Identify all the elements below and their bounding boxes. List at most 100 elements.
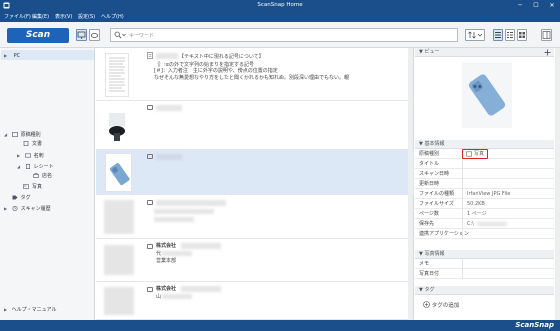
sort-button[interactable]: [465, 29, 485, 41]
scansnap-home-window: ScanSnap Home ─ ☐ ✕ ファイル(F) 編集(E) 表示(V) …: [0, 0, 560, 331]
minimize-button[interactable]: ─: [512, 0, 528, 11]
close-button[interactable]: ✕: [544, 0, 560, 11]
chevron-down-icon[interactable]: [122, 33, 126, 37]
list-item[interactable]: [96, 195, 414, 239]
menu-edit[interactable]: 編集(E): [32, 13, 49, 20]
window-title: ScanSnap Home: [257, 2, 303, 8]
cloud-view-icon[interactable]: [89, 29, 100, 41]
expand-arrow-icon[interactable]: ▶: [17, 151, 23, 160]
details-scrollbar[interactable]: [555, 48, 560, 320]
preview-header[interactable]: ▼ ビュー: [415, 48, 554, 57]
list-item[interactable]: 株式会社 代 営業本部: [96, 239, 414, 282]
tree-item-store[interactable]: 店名: [33, 172, 52, 181]
maximize-button[interactable]: ☐: [528, 0, 544, 11]
expand-arrow-icon[interactable]: ▶: [4, 204, 10, 213]
basic-info-header[interactable]: ▼ 基本情報: [415, 140, 554, 149]
prop-scan-date: スキャン日時: [415, 169, 554, 179]
card-line: 山: [156, 294, 162, 300]
expand-arrow-icon[interactable]: ▶: [4, 51, 10, 60]
collapse-arrow-icon: ▼: [419, 49, 423, 55]
prop-save-location[interactable]: 保存先 C:\: [415, 219, 554, 229]
search-icon: [114, 31, 122, 39]
menu-view[interactable]: 表示(V): [55, 13, 72, 20]
tree-item-tags[interactable]: タグ: [4, 194, 31, 203]
receipt-icon: [25, 164, 30, 169]
tag-icon: [12, 195, 18, 200]
prop-memo[interactable]: メモ: [415, 259, 554, 269]
panel-icon: [542, 31, 551, 39]
scansnap-logo: ScanSnap: [515, 321, 554, 329]
grid-view-button[interactable]: [517, 29, 527, 41]
prop-title[interactable]: タイトル: [415, 159, 554, 169]
prop-modified-date: 更新日時: [415, 179, 554, 189]
scan-button[interactable]: Scan: [7, 28, 69, 43]
card-line: 営業本部: [156, 258, 177, 264]
tree-item-documents[interactable]: 文書: [23, 140, 42, 149]
doc-type-highlight: [462, 149, 488, 159]
list-item[interactable]: 株式会社 山: [96, 282, 414, 320]
cloud-icon: [90, 33, 99, 38]
tree-item-doc-types[interactable]: ◢ 原稿種別: [4, 130, 41, 139]
tree-item-receipts[interactable]: ◢ レシート: [17, 162, 54, 171]
redacted-thumbnail: [104, 200, 134, 234]
list-view-button[interactable]: [493, 29, 503, 41]
zoom-in-icon[interactable]: [544, 49, 551, 56]
redacted-thumbnail: [104, 287, 134, 315]
list-item[interactable]: [96, 101, 414, 150]
menu-help[interactable]: ヘルプ(H): [101, 13, 124, 20]
tags-header[interactable]: ▼ タグ: [415, 286, 554, 295]
preview-image: [462, 62, 512, 128]
redacted-text: [154, 217, 194, 222]
prop-photo-date[interactable]: 写真日付: [415, 269, 554, 279]
collapse-arrow-icon[interactable]: ◢: [4, 130, 10, 139]
expand-arrow-icon[interactable]: ▶: [4, 305, 10, 314]
redacted-text: [181, 243, 221, 249]
doc-types-icon: [11, 132, 18, 137]
document-snippet: [＃]：入力者注 主に外字の説明や、傍点の位置の指定: [154, 68, 278, 74]
tree-item-business-cards[interactable]: ▶ 名刺: [17, 151, 44, 160]
tree-item-scan-history[interactable]: ▶ スキャン履歴: [4, 204, 51, 213]
store-icon: [33, 173, 39, 178]
detail-view-button[interactable]: [505, 29, 515, 41]
search-input[interactable]: キーワード: [110, 28, 458, 42]
navigation-pane: ▶ PC ◢ 原稿種別 文書 ▶ 名刺 ◢ レシート 店名 写真 タグ ▶ スキ…: [0, 48, 95, 320]
prop-file-type: ファイルの種類 IrfanView JPG File: [415, 189, 554, 199]
photo-icon: [147, 105, 153, 110]
list-scrollbar[interactable]: [408, 48, 413, 320]
prop-file-size: ファイルサイズ 50.2KB: [415, 199, 554, 209]
tree-item-pc-label: ▶ PC: [4, 51, 21, 60]
add-tag-button[interactable]: タグの追加: [423, 301, 459, 309]
document-icon: [23, 141, 29, 146]
photo-thumbnail[interactable]: [105, 105, 129, 146]
panel-toggle-button[interactable]: [541, 29, 552, 41]
pc-view-icon[interactable]: [76, 29, 87, 41]
redacted-text: [154, 209, 214, 214]
add-circle-icon: [423, 301, 430, 308]
title-bar: ScanSnap Home ─ ☐ ✕: [0, 0, 560, 11]
menu-bar: ファイル(F) 編集(E) 表示(V) 設定(S) ヘルプ(H): [0, 11, 560, 22]
photo-icon: [23, 184, 29, 189]
redacted-thumbnail: [104, 245, 134, 275]
redacted-text: [156, 53, 178, 59]
detail-view-icon: [507, 32, 513, 38]
menu-file[interactable]: ファイル(F): [4, 13, 31, 20]
photo-icon: [147, 287, 153, 292]
monitor-icon: [77, 31, 86, 39]
photo-thumbnail[interactable]: [105, 153, 132, 192]
collapse-arrow-icon[interactable]: ◢: [17, 162, 23, 171]
tree-item-help-manual[interactable]: ▶ ヘルプ・マニュアル: [4, 305, 56, 314]
collapse-arrow-icon: ▼: [419, 251, 423, 257]
menu-settings[interactable]: 設定(S): [78, 13, 95, 20]
photo-info-header[interactable]: ▼ 写真情報: [415, 250, 554, 259]
tree-item-photos[interactable]: 写真: [23, 183, 42, 192]
list-item[interactable]: 【テキスト中に現れる記号について】 ｛｝:αの外で文字列の始まりを指定する記号 …: [96, 48, 414, 101]
prop-linked-app[interactable]: 連携アプリケーション: [415, 229, 554, 239]
document-thumbnail[interactable]: [105, 53, 129, 97]
list-item-selected[interactable]: [96, 150, 414, 195]
prop-page-count: ページ数 1 ページ: [415, 209, 554, 219]
card-line: 代: [156, 251, 162, 257]
redacted-text: [162, 294, 192, 299]
sort-icon: [468, 31, 483, 39]
business-card-icon: [24, 153, 31, 158]
photo-icon: [147, 244, 153, 249]
